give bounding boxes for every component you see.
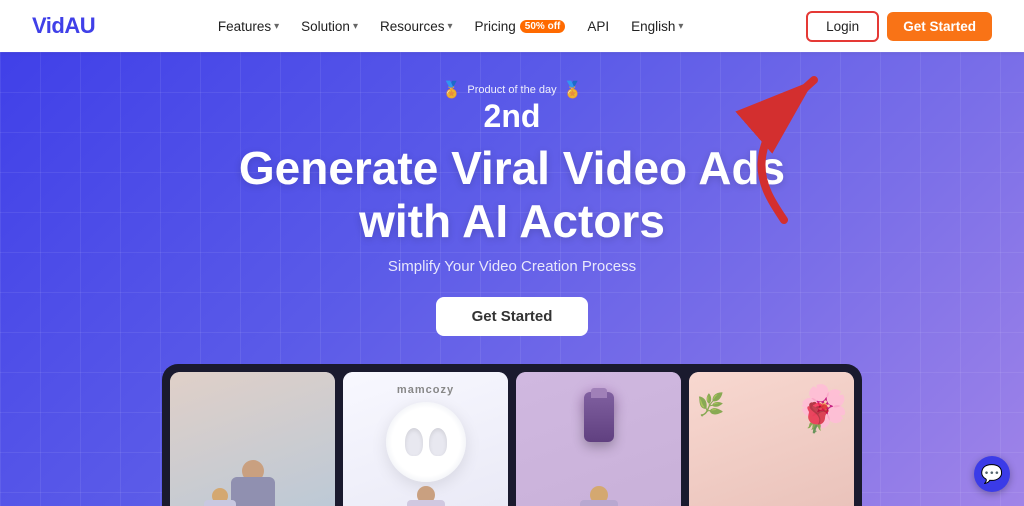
nav-pricing[interactable]: Pricing 50% off — [467, 13, 574, 40]
logo[interactable]: VidAU — [32, 13, 95, 39]
product-badge: 🏅 Product of the day 🏅 2nd — [441, 80, 582, 132]
chevron-down-icon: ▾ — [678, 21, 683, 32]
laurel-left-icon: 🏅 — [441, 80, 461, 100]
nav-api[interactable]: API — [579, 13, 617, 40]
hero-get-started-button[interactable]: Get Started — [436, 297, 589, 336]
chevron-down-icon: ▾ — [274, 21, 279, 32]
video-card-4: 🌸 🌹 🌿 — [689, 372, 854, 506]
product-of-day-label: Product of the day — [467, 84, 556, 96]
video-cards-row: mamcozy — [162, 364, 862, 506]
video-card-1 — [170, 372, 335, 506]
header-actions: Login Get Started — [806, 11, 992, 42]
video-card-3 — [516, 372, 681, 506]
video-card-2: mamcozy — [343, 372, 508, 506]
get-started-header-button[interactable]: Get Started — [887, 12, 992, 41]
discount-badge: 50% off — [520, 20, 566, 33]
login-button[interactable]: Login — [806, 11, 879, 42]
nav-resources[interactable]: Resources ▾ — [372, 13, 461, 40]
chevron-down-icon: ▾ — [353, 21, 358, 32]
nav-language[interactable]: English ▾ — [623, 13, 691, 40]
chat-button[interactable]: 💬 — [974, 456, 1010, 492]
chevron-down-icon: ▾ — [448, 21, 453, 32]
nav-solution[interactable]: Solution ▾ — [293, 13, 366, 40]
hero-section: 🏅 Product of the day 🏅 2nd Generate Vira… — [0, 52, 1024, 506]
product-rank: 2nd — [484, 100, 541, 132]
header: VidAU Features ▾ Solution ▾ Resources ▾ … — [0, 0, 1024, 52]
chat-icon: 💬 — [981, 464, 1003, 485]
laurel-right-icon: 🏅 — [563, 80, 583, 100]
hero-subtitle: Simplify Your Video Creation Process — [388, 258, 636, 275]
hero-title: Generate Viral Video Ads with AI Actors — [239, 142, 785, 248]
hero-content: 🏅 Product of the day 🏅 2nd Generate Vira… — [0, 52, 1024, 506]
main-nav: Features ▾ Solution ▾ Resources ▾ Pricin… — [210, 13, 692, 40]
nav-features[interactable]: Features ▾ — [210, 13, 287, 40]
